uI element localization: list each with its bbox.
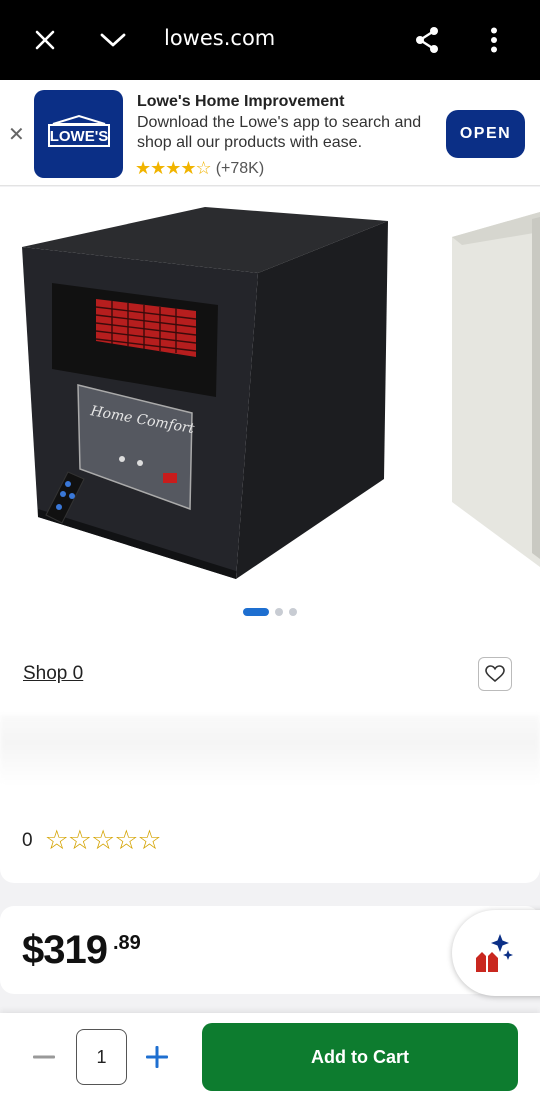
banner-description: Download the Lowe's app to search and sh…: [137, 114, 422, 151]
heater-product-image: Home Comfort: [0, 187, 540, 592]
shopping-assistant-button[interactable]: [452, 910, 540, 996]
rating-stars-icon: ★★★★☆: [135, 158, 212, 178]
lowes-app-logo: LOWE'S: [34, 90, 123, 178]
product-price: $319 .89: [22, 928, 141, 973]
chevron-down-icon[interactable]: [95, 22, 131, 58]
open-app-button[interactable]: OPEN: [446, 110, 525, 158]
gallery-dot[interactable]: [289, 608, 297, 616]
logo-wordmark: LOWE'S: [49, 128, 108, 145]
gallery-dot[interactable]: [243, 608, 269, 616]
banner-rating: ★★★★☆ (+78K): [135, 158, 264, 179]
product-rating[interactable]: 0 ☆☆☆☆☆: [22, 825, 162, 856]
minus-icon: [33, 1055, 55, 1059]
empty-stars-icon: ☆☆☆☆☆: [44, 825, 162, 855]
close-icon[interactable]: [27, 22, 63, 58]
gallery-dot[interactable]: [275, 608, 283, 616]
favorite-button[interactable]: [478, 657, 512, 691]
decrease-quantity-button[interactable]: [30, 1043, 58, 1071]
product-image-gallery[interactable]: Home Comfort: [0, 187, 540, 592]
price-cents: .89: [112, 932, 141, 954]
rating-count: (+78K): [215, 159, 265, 177]
more-vert-icon[interactable]: [476, 22, 512, 58]
browser-toolbar: lowes.com: [0, 0, 540, 80]
product-title-placeholder: [0, 715, 540, 785]
gallery-pagination: [0, 608, 540, 616]
app-install-banner: ✕ LOWE'S Lowe's Home Improvement Downloa…: [0, 80, 540, 186]
add-to-cart-button[interactable]: Add to Cart: [202, 1023, 518, 1091]
quantity-input[interactable]: 1: [76, 1029, 127, 1085]
assistant-sparkle-icon: [476, 934, 513, 972]
banner-close-icon[interactable]: ✕: [8, 122, 25, 147]
add-to-cart-bar: 1 Add to Cart: [0, 1013, 540, 1102]
increase-quantity-button[interactable]: [143, 1043, 171, 1071]
price-dollars: $319: [22, 928, 108, 972]
shop-brand-link[interactable]: Shop 0: [23, 663, 83, 685]
share-icon[interactable]: [409, 22, 445, 58]
heart-icon: [485, 665, 505, 683]
product-card: Home Comfort Shop 0 0 ☆☆☆☆☆: [0, 187, 540, 883]
review-count: 0: [22, 829, 33, 851]
address-bar-url[interactable]: lowes.com: [164, 26, 275, 50]
banner-app-title: Lowe's Home Improvement: [137, 93, 345, 110]
plus-icon: [146, 1046, 168, 1068]
